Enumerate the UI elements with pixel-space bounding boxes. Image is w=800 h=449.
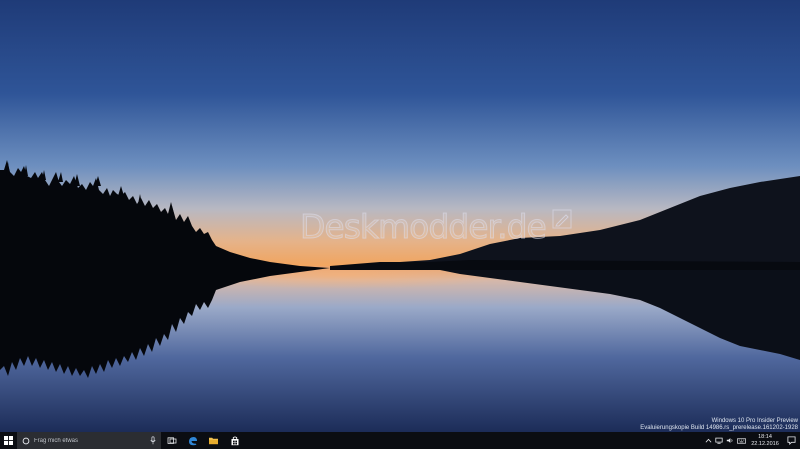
keyboard-icon bbox=[736, 437, 746, 444]
volume-button[interactable] bbox=[725, 432, 735, 449]
action-center-button[interactable] bbox=[784, 432, 798, 449]
network-icon bbox=[715, 437, 723, 444]
folder-icon bbox=[209, 437, 218, 445]
store-bag-icon bbox=[231, 436, 238, 445]
network-button[interactable] bbox=[714, 432, 724, 449]
cortana-circle-icon bbox=[22, 437, 30, 444]
deskmodder-watermark: Deskmodder.de bbox=[300, 206, 572, 246]
microphone-icon[interactable] bbox=[149, 436, 157, 445]
task-view-button[interactable] bbox=[161, 432, 182, 449]
edge-button[interactable] bbox=[182, 432, 203, 449]
windows-build-watermark: Windows 10 Pro Insider Preview Evaluieru… bbox=[640, 418, 798, 432]
volume-icon bbox=[726, 438, 733, 443]
windows-logo-icon bbox=[4, 436, 13, 445]
keyboard-button[interactable] bbox=[736, 432, 746, 449]
cortana-search-box[interactable] bbox=[17, 432, 161, 449]
notification-icon bbox=[786, 436, 796, 445]
search-input[interactable] bbox=[34, 434, 145, 447]
build-version: Evaluierungskopie Build 14986.rs_prerele… bbox=[640, 425, 798, 431]
system-tray: 18:14 22.12.2016 bbox=[703, 432, 800, 449]
clock[interactable]: 18:14 22.12.2016 bbox=[747, 434, 783, 447]
edge-browser-icon bbox=[188, 436, 197, 445]
store-button[interactable] bbox=[224, 432, 245, 449]
clock-date: 22.12.2016 bbox=[751, 440, 779, 447]
file-explorer-button[interactable] bbox=[203, 432, 224, 449]
chevron-up-icon bbox=[705, 438, 711, 443]
pen-icon bbox=[552, 209, 572, 229]
watermark-text: Deskmodder.de bbox=[300, 206, 548, 246]
start-button[interactable] bbox=[0, 432, 17, 449]
desktop[interactable]: Deskmodder.de Windows 10 Pro Insider Pre… bbox=[0, 0, 800, 432]
show-hidden-icons-button[interactable] bbox=[703, 432, 713, 449]
build-edition: Windows 10 Pro Insider Preview bbox=[711, 418, 798, 424]
task-view-icon bbox=[167, 436, 176, 444]
taskbar: 18:14 22.12.2016 bbox=[0, 432, 800, 449]
